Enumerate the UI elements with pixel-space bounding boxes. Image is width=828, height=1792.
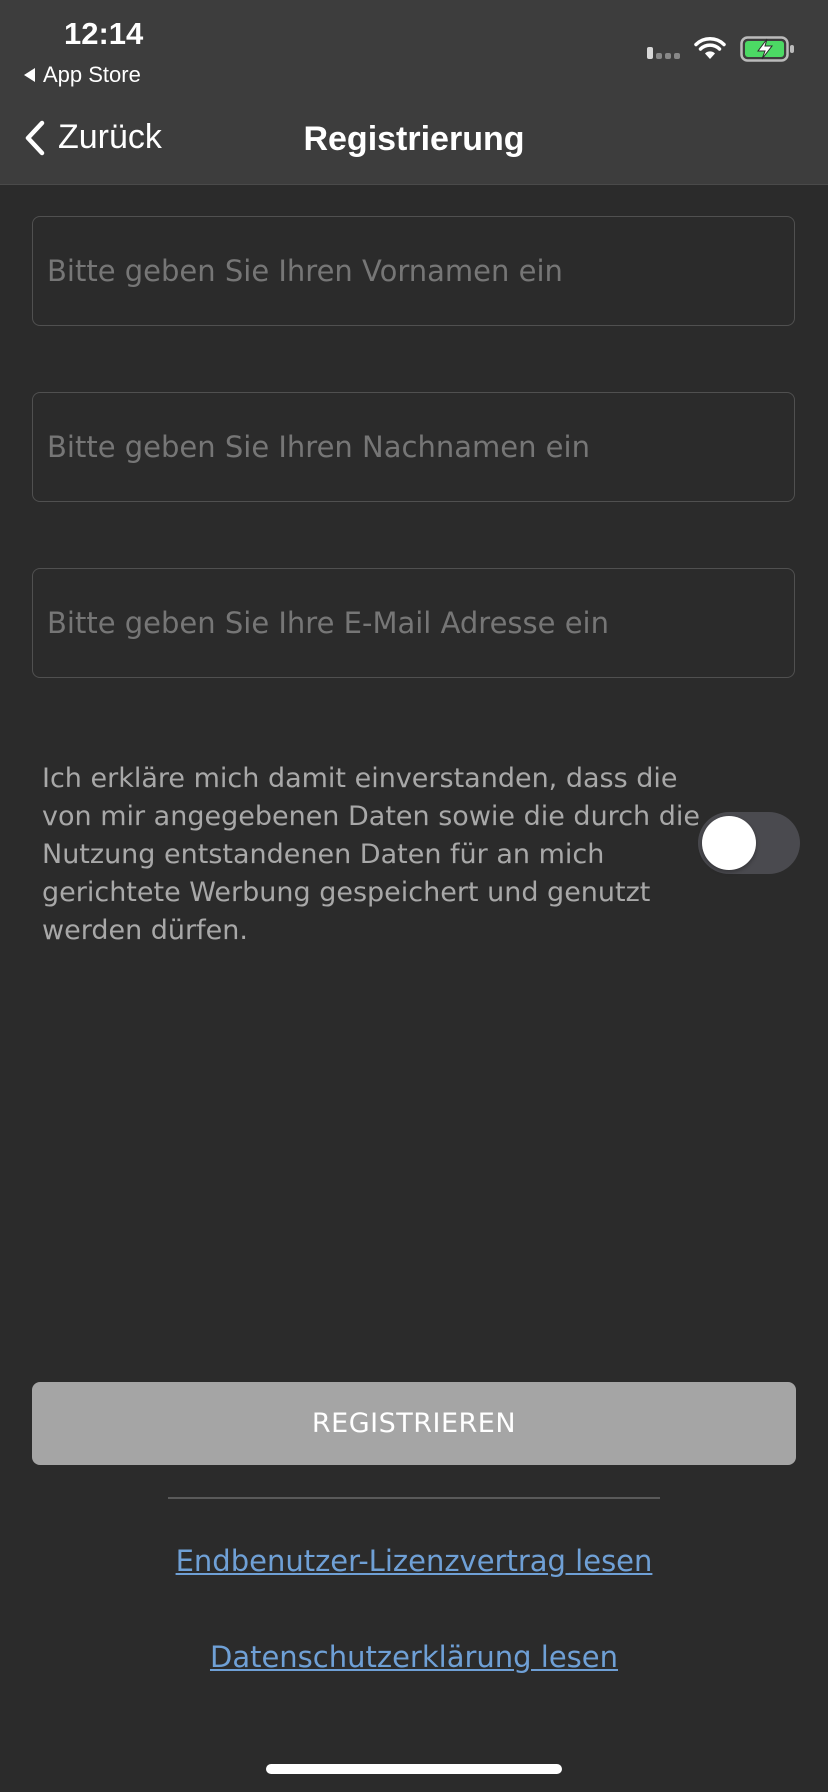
register-button[interactable]: REGISTRIEREN	[32, 1382, 796, 1465]
home-indicator[interactable]	[266, 1764, 562, 1774]
back-to-app-label: App Store	[43, 62, 141, 87]
back-to-app-store[interactable]: App Store	[24, 62, 141, 88]
first-name-input[interactable]	[33, 217, 794, 325]
page-title: Registrierung	[303, 120, 525, 158]
wifi-icon	[694, 37, 726, 59]
consent-toggle[interactable]	[698, 812, 800, 874]
email-input[interactable]	[33, 569, 794, 677]
back-triangle-icon	[24, 68, 35, 82]
first-name-field-container	[32, 216, 795, 326]
toggle-knob	[702, 816, 756, 870]
last-name-field-container	[32, 392, 795, 502]
status-time: 12:14	[64, 16, 144, 51]
eula-link[interactable]: Endbenutzer-Lizenzvertrag lesen	[0, 1544, 828, 1578]
divider	[168, 1497, 660, 1499]
battery-charging-icon	[740, 36, 794, 62]
last-name-input[interactable]	[33, 393, 794, 501]
navigation-header: 12:14 App Store Zurück Registrierung	[0, 0, 828, 185]
privacy-policy-link[interactable]: Datenschutzerklärung lesen	[0, 1640, 828, 1674]
status-indicators	[647, 36, 796, 62]
cellular-signal-icon	[647, 39, 680, 59]
email-field-container	[32, 568, 795, 678]
consent-text: Ich erkläre mich damit einverstanden, da…	[42, 763, 700, 946]
